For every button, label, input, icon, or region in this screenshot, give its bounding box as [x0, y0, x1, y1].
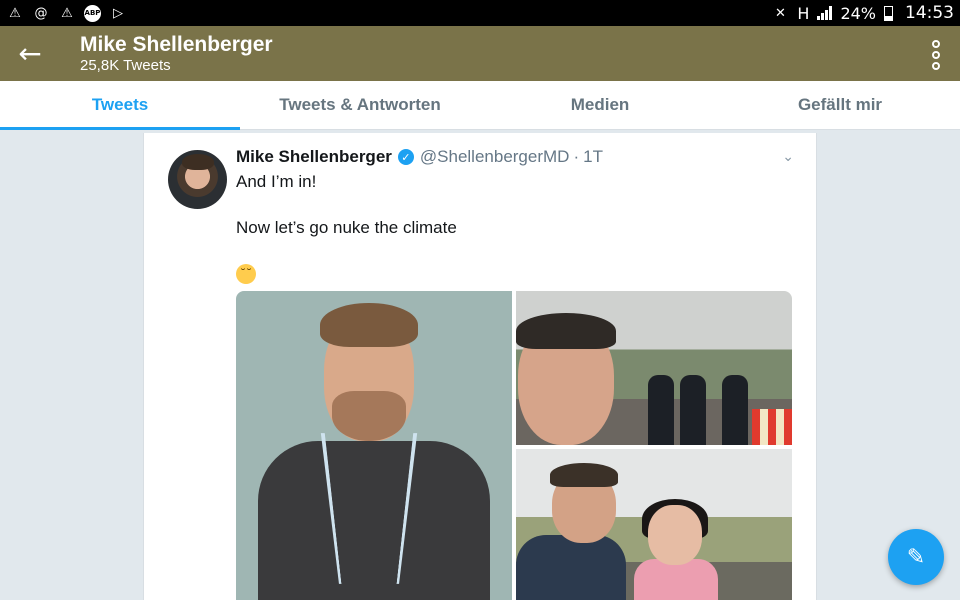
profile-tabs: Tweets Tweets & Antworten Medien Gefällt…: [0, 81, 960, 130]
chevron-down-icon[interactable]: ⌄: [782, 149, 794, 165]
avatar[interactable]: [168, 150, 227, 209]
tweet-line: [236, 239, 457, 262]
warning-icon: ⚠: [9, 5, 21, 21]
mute-icon: ✕: [774, 5, 786, 21]
tweet-line: [236, 193, 457, 216]
tweet-card[interactable]: Mike Shellenberger ✓ @ShellenbergerMD · …: [143, 133, 817, 600]
more-options-button[interactable]: [930, 40, 942, 70]
profile-header: ← Mike Shellenberger 25,8K Tweets: [0, 26, 960, 81]
clock: 14:53: [905, 3, 954, 23]
tab-tweets[interactable]: Tweets: [0, 81, 240, 130]
more-vertical-icon: [932, 40, 940, 48]
photo-portrait[interactable]: [236, 291, 512, 600]
adblock-icon: ABP: [84, 4, 101, 22]
tweet-count: 25,8K Tweets: [80, 56, 171, 74]
tweet-line: And I’m in!: [236, 172, 317, 191]
compose-feather-icon: ✎: [906, 544, 926, 570]
tweet-time: 1T: [583, 147, 603, 166]
tab-tweets-and-replies[interactable]: Tweets & Antworten: [240, 81, 480, 129]
tweet-header: Mike Shellenberger ✓ @ShellenbergerMD · …: [236, 147, 603, 167]
warning-icon: ⚠: [61, 5, 73, 21]
signal-icon: [817, 6, 833, 20]
compose-tweet-button[interactable]: ✎: [888, 529, 944, 585]
play-store-icon: ▷: [113, 5, 123, 21]
tab-media[interactable]: Medien: [480, 81, 720, 129]
network-type: H: [797, 3, 810, 23]
author-name[interactable]: Mike Shellenberger: [236, 147, 392, 167]
author-handle[interactable]: @ShellenbergerMD: [420, 147, 570, 167]
verified-badge-icon: ✓: [397, 149, 414, 165]
battery-percent: 24%: [840, 3, 876, 23]
page-title: Mike Shellenberger: [80, 32, 273, 56]
separator: ·: [573, 147, 580, 166]
tab-likes[interactable]: Gefällt mir: [720, 81, 960, 129]
pensive-face-icon: ˘˘: [236, 264, 256, 284]
tweet-line: Now let’s go nuke the climate: [236, 218, 457, 237]
at-sign-icon: @: [34, 5, 48, 21]
battery-icon: [884, 5, 893, 21]
status-bar: ⚠ @ ⚠ ABP ▷ ✕ H 24% 14:53: [0, 0, 960, 26]
tweet-media[interactable]: [236, 291, 792, 600]
photo-selfie-police[interactable]: [516, 291, 792, 445]
tweet-text: And I’m in! Now let’s go nuke the climat…: [236, 170, 457, 262]
photo-selfie-group[interactable]: [516, 449, 792, 600]
back-button[interactable]: ←: [0, 26, 60, 81]
arrow-left-icon: ←: [18, 37, 42, 70]
